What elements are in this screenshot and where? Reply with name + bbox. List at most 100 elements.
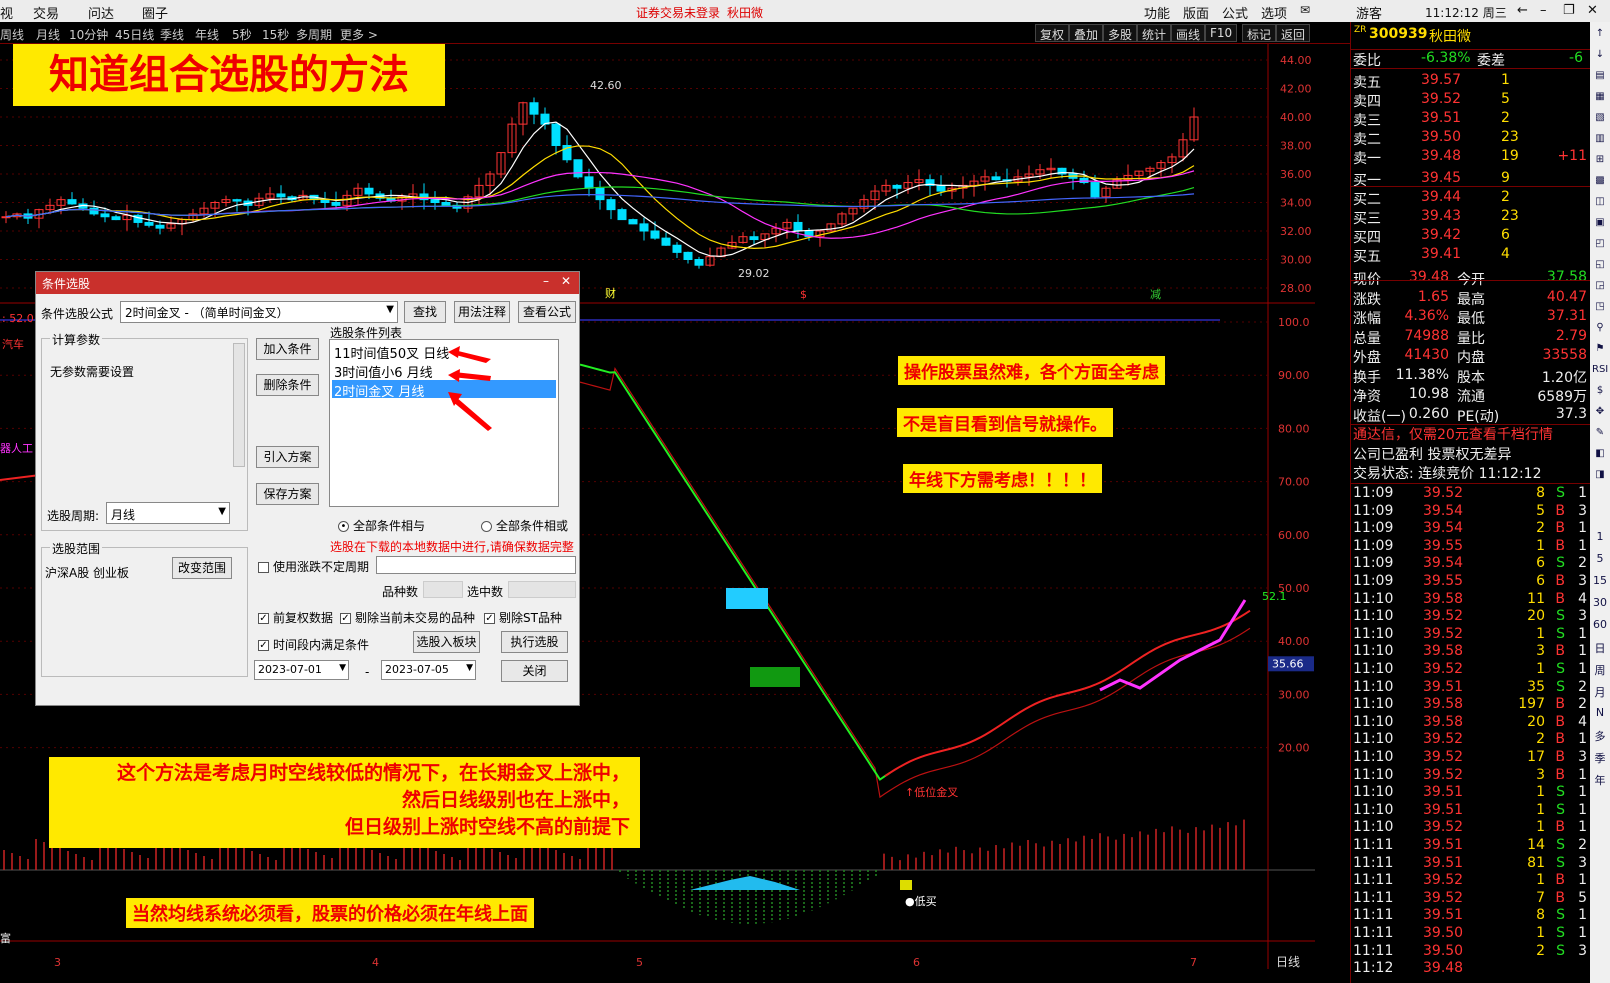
stat-row[interactable]: 总量 74988 量比 2.79 bbox=[1351, 328, 1591, 347]
formula-select[interactable]: 2时间金叉 - （简单时间金叉） ▼ bbox=[120, 301, 398, 323]
period-10min[interactable]: 10分钟 bbox=[69, 26, 108, 43]
sidebar-tool-icon[interactable]: ◲ bbox=[1592, 280, 1608, 296]
sell-row[interactable]: 卖三 39.51 2 bbox=[1351, 110, 1591, 129]
dialog-title-bar[interactable]: 条件选股 – ✕ bbox=[36, 272, 579, 294]
login-warning[interactable]: 证券交易未登录 bbox=[636, 4, 720, 21]
dialog-close-icon[interactable]: ✕ bbox=[561, 274, 571, 288]
use-zd-checkbox[interactable]: 使用涨跌不定周期 bbox=[258, 558, 369, 575]
sell-row[interactable]: 卖四 39.52 5 bbox=[1351, 91, 1591, 110]
restore-icon[interactable]: ❐ bbox=[1563, 3, 1575, 18]
opt-restore[interactable]: ✓ 前复权数据 bbox=[258, 609, 333, 626]
menu-layout[interactable]: 版面 bbox=[1183, 3, 1209, 22]
period-5s[interactable]: 5秒 bbox=[232, 26, 252, 43]
sidebar-tool-icon[interactable]: ↓ bbox=[1592, 49, 1608, 65]
sidebar-tool-icon[interactable]: ◫ bbox=[1592, 196, 1608, 212]
btn-f10[interactable]: F10 bbox=[1205, 24, 1238, 42]
sidebar-period-item[interactable]: 5 bbox=[1592, 552, 1608, 565]
sidebar-tool-icon[interactable]: ↑ bbox=[1592, 28, 1608, 44]
sidebar-period-item[interactable]: 月 bbox=[1592, 684, 1608, 700]
param-scrollbar[interactable] bbox=[233, 343, 245, 467]
period-multi[interactable]: 多周期 bbox=[296, 26, 332, 43]
close-icon[interactable]: ✕ bbox=[1587, 3, 1598, 18]
to-block-button[interactable]: 选股入板块 bbox=[413, 631, 480, 653]
ad-row[interactable]: 通达信，仅需20元查看千档行情 bbox=[1351, 424, 1591, 443]
buy-row[interactable]: 买五 39.41 4 bbox=[1351, 246, 1591, 265]
menu-options[interactable]: 选项 bbox=[1261, 3, 1287, 22]
stat-row[interactable]: 涨幅 4.36% 最低 37.31 bbox=[1351, 308, 1591, 327]
back-icon[interactable]: ← bbox=[1517, 3, 1528, 18]
import-plan-button[interactable]: 引入方案 bbox=[256, 446, 319, 468]
dialog-minimize-icon[interactable]: – bbox=[543, 274, 549, 288]
sell-row[interactable]: 卖二 39.50 23 bbox=[1351, 129, 1591, 148]
sell-row[interactable]: 卖一 39.48 19 +11 bbox=[1351, 148, 1591, 167]
sidebar-tool-icon[interactable]: ▥ bbox=[1592, 133, 1608, 149]
info-row[interactable]: 公司已盈利 投票权无差异 bbox=[1351, 444, 1591, 463]
sidebar-period-item[interactable]: 30 bbox=[1592, 596, 1608, 609]
sidebar-tool-icon[interactable]: ▣ bbox=[1592, 217, 1608, 233]
or-radio[interactable]: 全部条件相或 bbox=[481, 517, 568, 534]
menu-wenda[interactable]: 问达 bbox=[88, 3, 114, 22]
delete-condition-button[interactable]: 删除条件 bbox=[256, 374, 319, 396]
view-formula-button[interactable]: 查看公式 bbox=[518, 301, 576, 323]
chevron-down-icon[interactable]: ▼ bbox=[339, 663, 346, 673]
sidebar-period-item[interactable]: 15 bbox=[1592, 574, 1608, 587]
sidebar-tool-icon[interactable]: ▧ bbox=[1592, 112, 1608, 128]
status-row[interactable]: 交易状态: 连续竞价 11:12:12 bbox=[1351, 463, 1591, 482]
btn-overlay[interactable]: 叠加 bbox=[1069, 24, 1104, 42]
chevron-down-icon[interactable]: ▼ bbox=[386, 304, 394, 315]
mail-icon[interactable]: ✉ bbox=[1300, 3, 1310, 17]
sidebar-tool-icon[interactable]: ▤ bbox=[1592, 70, 1608, 86]
sidebar-tool-icon[interactable]: ◨ bbox=[1592, 469, 1608, 485]
sell-row[interactable]: 卖五 39.57 1 bbox=[1351, 72, 1591, 91]
btn-back[interactable]: 返回 bbox=[1276, 24, 1311, 42]
btn-multi-stock[interactable]: 多股 bbox=[1103, 24, 1138, 42]
btn-draw[interactable]: 画线 bbox=[1171, 24, 1206, 42]
period-week[interactable]: 周线 bbox=[0, 26, 24, 43]
close-button[interactable]: 关闭 bbox=[501, 660, 568, 682]
save-plan-button[interactable]: 保存方案 bbox=[256, 483, 319, 505]
btn-stats[interactable]: 统计 bbox=[1137, 24, 1172, 42]
sidebar-period-item[interactable]: 季 bbox=[1592, 750, 1608, 766]
usage-button[interactable]: 用法注释 bbox=[454, 301, 510, 323]
menu-function[interactable]: 功能 bbox=[1144, 3, 1170, 22]
stat-row[interactable]: 涨跌 1.65 最高 40.47 bbox=[1351, 289, 1591, 308]
buy-row[interactable]: 买二 39.44 2 bbox=[1351, 189, 1591, 208]
menu-item[interactable]: 视 bbox=[0, 3, 13, 22]
zd-input[interactable] bbox=[376, 556, 576, 574]
sidebar-tool-icon[interactable]: ▩ bbox=[1592, 175, 1608, 191]
menu-circle[interactable]: 圈子 bbox=[142, 3, 168, 22]
period-season[interactable]: 季线 bbox=[160, 26, 184, 43]
stat-row[interactable]: 现价 39.48 今开 37.58 bbox=[1351, 269, 1591, 288]
opt-period[interactable]: ✓ 时间段内满足条件 bbox=[258, 636, 369, 653]
sidebar-tool-icon[interactable]: $ bbox=[1592, 385, 1608, 401]
guest-label[interactable]: 游客 bbox=[1356, 3, 1382, 22]
sidebar-tool-icon[interactable]: ✥ bbox=[1592, 406, 1608, 422]
period-month[interactable]: 月线 bbox=[36, 26, 60, 43]
date-to[interactable]: 2023-07-05 ▼ bbox=[381, 660, 476, 680]
sidebar-tool-icon[interactable]: ◰ bbox=[1592, 238, 1608, 254]
stat-row[interactable]: 净资 10.98 流通 6589万 bbox=[1351, 386, 1591, 405]
sidebar-period-item[interactable]: 60 bbox=[1592, 618, 1608, 631]
add-condition-button[interactable]: 加入条件 bbox=[256, 338, 319, 360]
stat-row[interactable]: 外盘 41430 内盘 33558 bbox=[1351, 347, 1591, 366]
btn-restore-right[interactable]: 复权 bbox=[1035, 24, 1070, 42]
change-range-button[interactable]: 改变范围 bbox=[172, 557, 232, 579]
weibi-row[interactable]: 委比 -6.38% 委差 -6 bbox=[1351, 50, 1591, 69]
sidebar-tool-icon[interactable]: ⚲ bbox=[1592, 322, 1608, 338]
run-button[interactable]: 执行选股 bbox=[501, 631, 568, 653]
opt-st[interactable]: ✓ 剔除ST品种 bbox=[484, 609, 562, 626]
and-radio[interactable]: • 全部条件相与 bbox=[338, 517, 425, 534]
sidebar-period-item[interactable]: 1 bbox=[1592, 530, 1608, 543]
chevron-down-icon[interactable]: ▼ bbox=[466, 663, 473, 673]
sidebar-period-item[interactable]: 周 bbox=[1592, 662, 1608, 678]
sidebar-tool-icon[interactable]: ⚑ bbox=[1592, 343, 1608, 359]
sidebar-tool-icon[interactable]: ◱ bbox=[1592, 259, 1608, 275]
opt-untraded[interactable]: ✓ 剔除当前未交易的品种 bbox=[340, 609, 475, 626]
sidebar-tool-icon[interactable]: ▦ bbox=[1592, 91, 1608, 107]
minimize-icon[interactable]: – bbox=[1540, 3, 1547, 18]
sidebar-period-item[interactable]: 多 bbox=[1592, 728, 1608, 744]
stat-row[interactable]: 收益(一) 0.260 PE(动) 37.3 bbox=[1351, 406, 1591, 425]
buy-row[interactable]: 买三 39.43 23 bbox=[1351, 208, 1591, 227]
menu-formula[interactable]: 公式 bbox=[1222, 3, 1248, 22]
period-select[interactable]: 月线 ▼ bbox=[106, 502, 230, 524]
